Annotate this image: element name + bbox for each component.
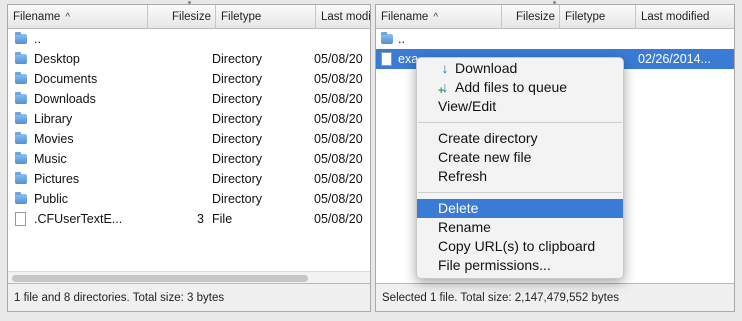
- local-column-header: Filename ^ Filesize Filetype Last modi: [8, 5, 370, 29]
- local-row-parent[interactable]: ..: [8, 29, 370, 49]
- splitter-handle[interactable]: [188, 1, 191, 4]
- local-file-pane: Filename ^ Filesize Filetype Last modi ..…: [7, 4, 371, 312]
- menu-item-refresh[interactable]: Refresh: [417, 167, 623, 186]
- local-row-downloads[interactable]: Downloads Directory 05/08/20: [8, 89, 370, 109]
- folder-icon: [15, 132, 27, 144]
- local-row-public[interactable]: Public Directory 05/08/20: [8, 189, 370, 209]
- local-horizontal-scrollbar[interactable]: [8, 271, 370, 283]
- local-header-filesize[interactable]: Filesize: [148, 5, 216, 29]
- menu-item-view-edit[interactable]: View/Edit: [417, 97, 623, 116]
- folder-icon: [15, 32, 27, 44]
- local-header-last-modified[interactable]: Last modi: [316, 5, 370, 29]
- local-row-cfusertext[interactable]: .CFUserTextE... 3 File 05/08/20: [8, 209, 370, 229]
- remote-column-header: Filename ^ Filesize Filetype Last modifie…: [376, 5, 734, 29]
- splitter-handle[interactable]: [553, 1, 556, 4]
- sort-ascending-icon: ^: [433, 12, 439, 23]
- scrollbar-thumb[interactable]: [12, 275, 308, 282]
- folder-icon: [15, 192, 27, 204]
- local-header-filetype[interactable]: Filetype: [216, 5, 316, 29]
- remote-header-filesize[interactable]: Filesize: [502, 5, 560, 29]
- local-file-list: .. Desktop Directory 05/08/20 Documents …: [8, 29, 370, 229]
- menu-item-file-permissions[interactable]: File permissions...: [417, 256, 623, 275]
- download-icon: ↓: [441, 60, 449, 76]
- remote-header-filetype[interactable]: Filetype: [560, 5, 636, 29]
- menu-item-create-new-file[interactable]: Create new file: [417, 148, 623, 167]
- menu-item-delete[interactable]: Delete: [417, 199, 623, 218]
- remote-header-last-modified[interactable]: Last modified: [636, 5, 734, 29]
- context-menu: ↓ Download ↓ Add files to queue View/Edi…: [416, 57, 624, 279]
- file-icon: [381, 52, 392, 66]
- menu-separator: [418, 192, 622, 193]
- folder-icon: [15, 52, 27, 64]
- local-status-bar: 1 file and 8 directories. Total size: 3 …: [8, 283, 370, 311]
- folder-icon: [15, 92, 27, 104]
- menu-item-create-directory[interactable]: Create directory: [417, 129, 623, 148]
- menu-item-copy-url[interactable]: Copy URL(s) to clipboard: [417, 237, 623, 256]
- folder-icon: [15, 72, 27, 84]
- menu-item-rename[interactable]: Rename: [417, 218, 623, 237]
- local-row-library[interactable]: Library Directory 05/08/20: [8, 109, 370, 129]
- remote-status-bar: Selected 1 file. Total size: 2,147,479,5…: [376, 283, 734, 311]
- remote-row-parent[interactable]: ..: [376, 29, 734, 49]
- remote-header-filename[interactable]: Filename ^: [376, 5, 502, 29]
- folder-icon: [15, 152, 27, 164]
- menu-separator: [418, 122, 622, 123]
- folder-icon: [15, 172, 27, 184]
- menu-item-download[interactable]: ↓ Download: [417, 59, 623, 78]
- folder-icon: [381, 32, 393, 44]
- folder-icon: [15, 112, 27, 124]
- local-row-pictures[interactable]: Pictures Directory 05/08/20: [8, 169, 370, 189]
- local-row-desktop[interactable]: Desktop Directory 05/08/20: [8, 49, 370, 69]
- menu-item-add-to-queue[interactable]: ↓ Add files to queue: [417, 78, 623, 100]
- local-row-music[interactable]: Music Directory 05/08/20: [8, 149, 370, 169]
- sort-ascending-icon: ^: [65, 12, 71, 23]
- local-row-movies[interactable]: Movies Directory 05/08/20: [8, 129, 370, 149]
- local-header-filename[interactable]: Filename ^: [8, 5, 148, 29]
- add-to-queue-icon: ↓: [438, 80, 452, 100]
- local-row-documents[interactable]: Documents Directory 05/08/20: [8, 69, 370, 89]
- file-icon: [15, 212, 26, 226]
